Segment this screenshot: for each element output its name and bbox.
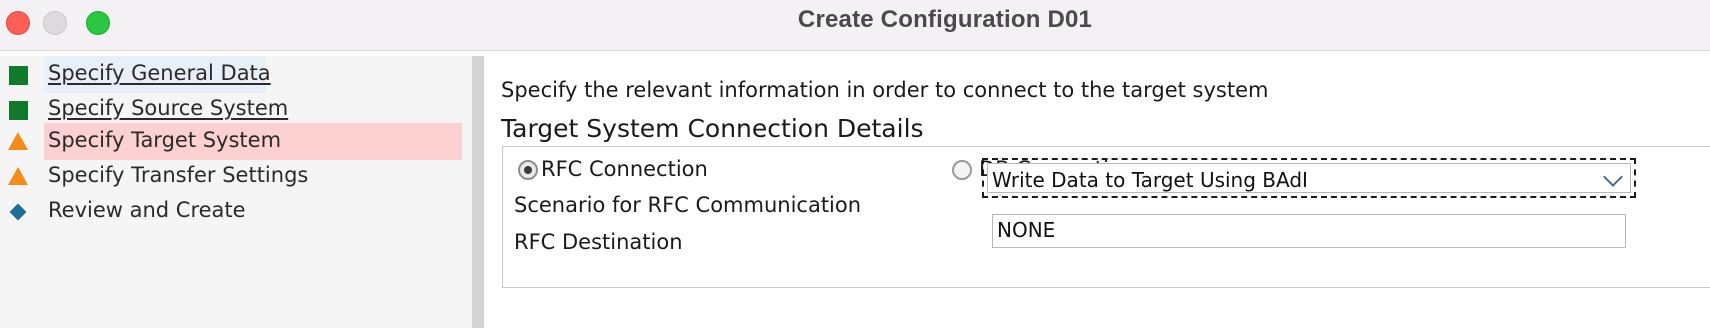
step-label[interactable]: Specify General Data — [48, 61, 271, 85]
step-review-and-create: Review and Create — [0, 193, 462, 230]
intro-text: Specify the relevant information in orde… — [501, 78, 1269, 102]
warning-triangle-icon — [8, 132, 28, 150]
window-title: Create Configuration D01 — [797, 6, 1093, 33]
rfc-destination-label: RFC Destination — [514, 230, 683, 254]
diamond-icon — [9, 203, 27, 221]
step-label[interactable]: Specify Source System — [48, 96, 288, 120]
rfc-connection-label[interactable]: RFC Connection — [541, 157, 708, 181]
scenario-label: Scenario for RFC Communication — [514, 193, 862, 217]
green-square-icon — [9, 66, 28, 85]
step-label: Specify Transfer Settings — [48, 163, 309, 187]
green-square-icon — [9, 101, 28, 120]
step-label: Review and Create — [48, 198, 246, 222]
group-title: Target System Connection Details — [501, 114, 924, 143]
step-specify-target-system[interactable]: Specify Target System — [0, 123, 462, 160]
scenario-dropdown[interactable]: Write Data to Target Using BAdI — [982, 158, 1636, 198]
step-label: Specify Target System — [48, 128, 282, 152]
step-specify-transfer-settings: Specify Transfer Settings — [0, 158, 462, 195]
warning-triangle-icon — [8, 167, 28, 185]
db-connection-radio[interactable] — [952, 160, 972, 180]
step-specify-general-data[interactable]: Specify General Data — [0, 56, 462, 93]
rfc-destination-field[interactable]: NONE — [992, 214, 1626, 248]
rfc-connection-radio[interactable] — [518, 160, 538, 180]
step-content-panel: Specify the relevant information in orde… — [484, 56, 1710, 328]
title-bar: Create Configuration D01 — [0, 0, 1710, 51]
scenario-selected-value: Write Data to Target Using BAdI — [992, 168, 1308, 192]
wizard-steps-sidebar: Specify General Data Specify Source Syst… — [0, 56, 472, 328]
chevron-down-icon[interactable] — [1603, 167, 1623, 187]
pane-splitter[interactable] — [472, 56, 484, 328]
